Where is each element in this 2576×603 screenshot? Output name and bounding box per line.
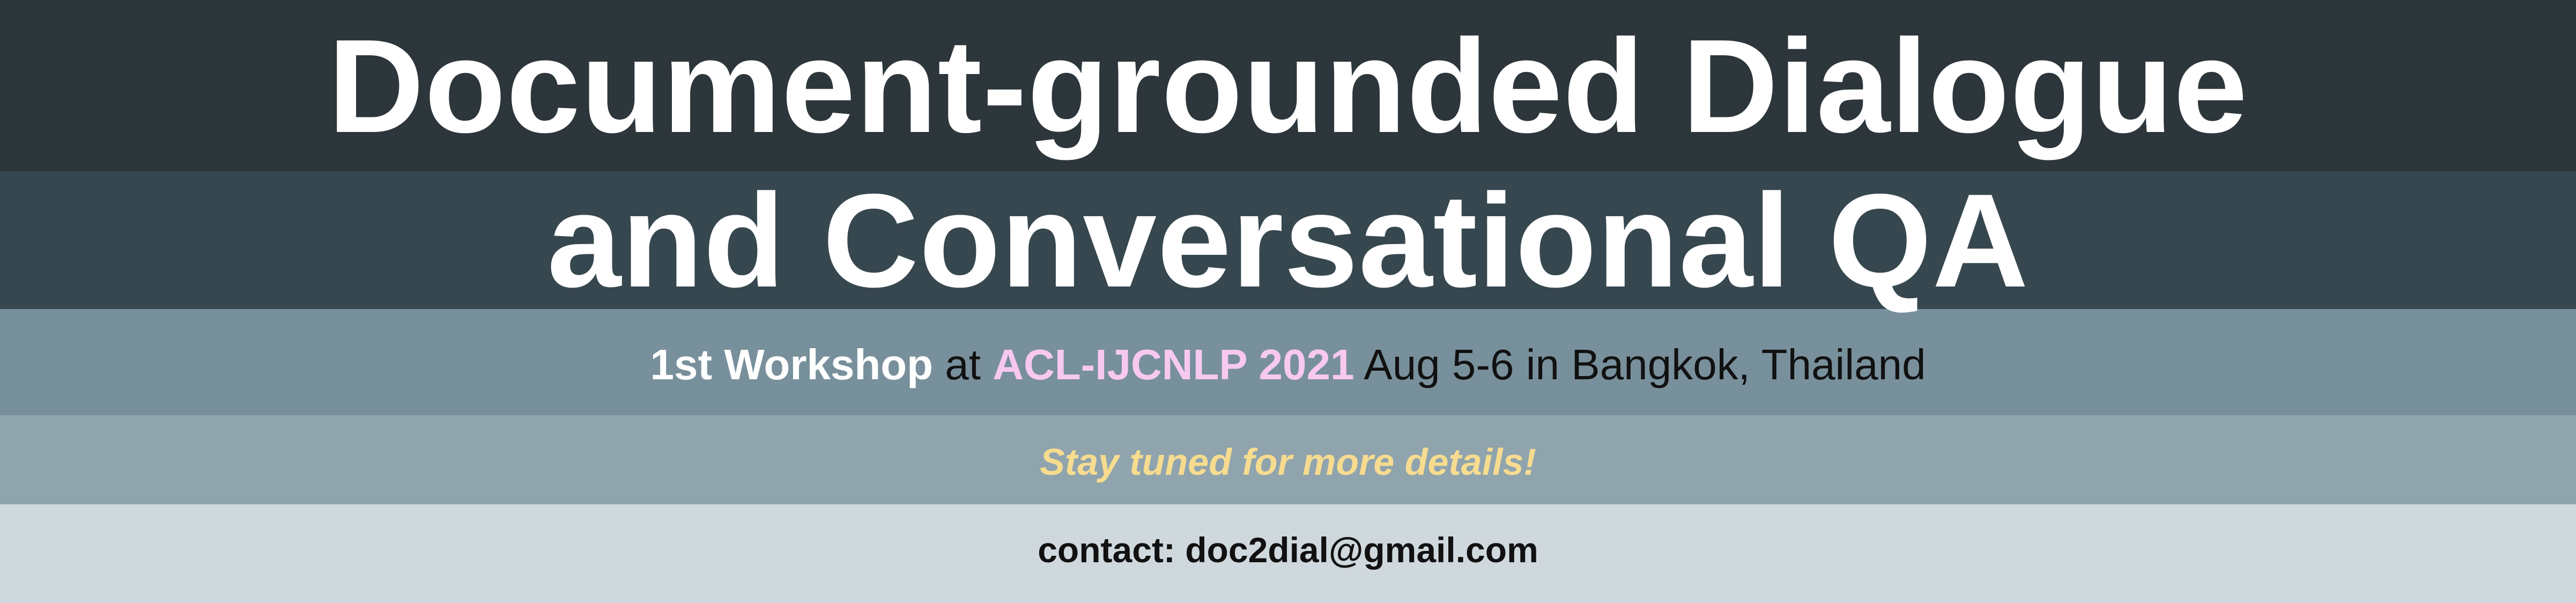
at-label: at xyxy=(945,341,981,388)
page-title-line-1: Document-grounded Dialogue xyxy=(328,11,2248,160)
conference-name: ACL-IJCNLP 2021 xyxy=(993,341,1354,388)
workshop-subtitle: 1st Workshop at ACL-IJCNLP 2021 Aug 5-6 … xyxy=(0,338,2576,392)
workshop-banner: Document-grounded Dialogue and Conversat… xyxy=(0,0,2576,603)
workshop-label: 1st Workshop xyxy=(650,341,934,388)
contact-email: contact: doc2dial@gmail.com xyxy=(1038,530,1538,570)
event-dates-location: Aug 5-6 in Bangkok, Thailand xyxy=(1364,341,1926,388)
page-title-line-2: and Conversational QA xyxy=(547,166,2029,315)
stay-tuned-notice: Stay tuned for more details! xyxy=(1040,441,1536,483)
